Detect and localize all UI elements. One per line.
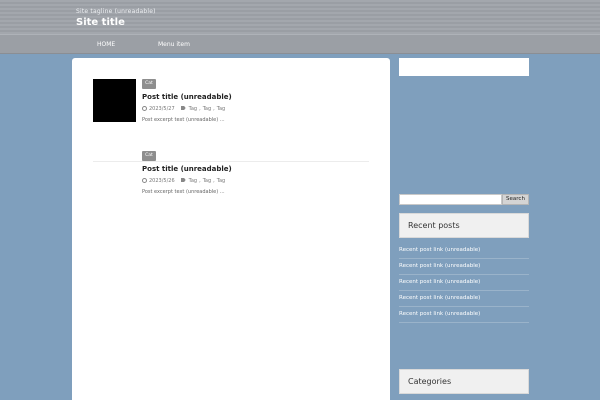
recent-post-link[interactable]: Recent post link (unreadable)	[399, 259, 529, 275]
category-badge[interactable]: Cat	[142, 79, 156, 89]
post-date: 2023/5/27	[149, 106, 175, 112]
post-title[interactable]: Post title (unreadable)	[142, 164, 382, 174]
post-tag[interactable]: Tag	[217, 106, 225, 112]
sidebar-widget-box	[399, 58, 529, 76]
nav-item-2[interactable]: Menu item	[158, 35, 190, 54]
category-badge[interactable]: Cat	[142, 151, 156, 161]
search-input[interactable]	[399, 194, 502, 205]
post-tag[interactable]: Tag	[189, 106, 197, 112]
post-excerpt: Post excerpt text (unreadable) ...	[142, 189, 225, 195]
global-nav: HOME Menu item	[0, 34, 600, 54]
post-thumbnail[interactable]	[93, 79, 136, 122]
categories-title: Categories	[408, 377, 452, 386]
site-description: Site tagline (unreadable)	[76, 8, 156, 15]
main-content: Cat Post title (unreadable) 2023/5/27 Tag…	[72, 58, 390, 400]
search-button[interactable]: Search	[502, 194, 529, 205]
post-tag[interactable]: Tag	[189, 178, 197, 184]
site-title[interactable]: Site title	[76, 17, 125, 28]
tag-icon	[180, 178, 186, 182]
post-title[interactable]: Post title (unreadable)	[142, 92, 382, 102]
post-date: 2023/5/26	[149, 178, 175, 184]
post-tag[interactable]: Tag	[203, 178, 211, 184]
recent-posts-list: Recent post link (unreadable) Recent pos…	[399, 243, 529, 323]
recent-post-link[interactable]: Recent post link (unreadable)	[399, 307, 529, 323]
clock-icon	[142, 178, 147, 183]
categories-header: Categories	[399, 369, 529, 394]
post-thumbnail	[93, 151, 136, 194]
post-tag[interactable]: Tag	[203, 106, 211, 112]
recent-post-link[interactable]: Recent post link (unreadable)	[399, 291, 529, 307]
recent-post-link[interactable]: Recent post link (unreadable)	[399, 243, 529, 259]
post-meta: 2023/5/27 Tag, Tag, Tag	[142, 105, 382, 113]
site-header: Site tagline (unreadable) Site title	[0, 0, 600, 34]
post-meta: 2023/5/26 Tag, Tag, Tag	[142, 177, 382, 185]
recent-post-link[interactable]: Recent post link (unreadable)	[399, 275, 529, 291]
post-tag[interactable]: Tag	[217, 178, 225, 184]
nav-item-home[interactable]: HOME	[97, 35, 115, 54]
post-excerpt: Post excerpt text (unreadable) ...	[142, 117, 225, 123]
recent-posts-title: Recent posts	[408, 221, 460, 230]
recent-posts-header: Recent posts	[399, 213, 529, 238]
clock-icon	[142, 106, 147, 111]
tag-icon	[180, 106, 186, 110]
